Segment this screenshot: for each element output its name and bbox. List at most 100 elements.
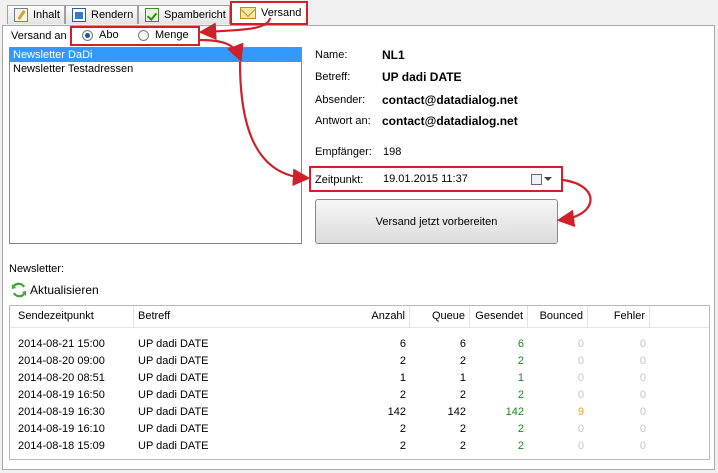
versand-vorbereiten-label: Versand jetzt vorbereiten <box>375 215 498 228</box>
cell-queue: 1 <box>459 372 466 384</box>
col-queue[interactable]: Queue <box>410 306 470 327</box>
cell-betreff: UP dadi DATE <box>138 372 209 384</box>
table-row[interactable]: 2014-08-18 15:09 UP dadi DATE 2 2 2 0 0 <box>10 438 709 455</box>
cell-betreff: UP dadi DATE <box>138 338 209 350</box>
envelope-icon <box>240 7 256 19</box>
radio-dot-checked[interactable] <box>82 29 93 41</box>
absender-value: contact@datadialog.net <box>382 93 518 107</box>
name-label: Name: <box>315 49 348 61</box>
cell-fehler: 0 <box>639 440 646 452</box>
tab-strip: Inhalt Rendern Spambericht Versand <box>0 0 718 26</box>
col-anzahl[interactable]: Anzahl <box>344 306 410 327</box>
col-bounced[interactable]: Bounced <box>528 306 588 327</box>
absender-label: Absender: <box>315 94 366 106</box>
tab-versand[interactable]: Versand <box>230 1 308 25</box>
col-sendezeitpunkt[interactable]: Sendezeitpunkt <box>14 306 134 327</box>
spam-report-check-icon <box>145 8 159 22</box>
newsletter-section-label: Newsletter: <box>9 263 65 275</box>
table-row[interactable]: 2014-08-19 16:10 UP dadi DATE 2 2 2 0 0 <box>10 421 709 438</box>
cell-fehler: 0 <box>639 423 646 435</box>
versand-vorbereiten-button[interactable]: Versand jetzt vorbereiten <box>315 199 558 244</box>
cell-gesendet: 2 <box>517 440 524 452</box>
cell-sendezeitpunkt: 2014-08-19 16:10 <box>18 423 105 435</box>
cell-queue: 2 <box>459 355 466 367</box>
cell-fehler: 0 <box>639 355 646 367</box>
zeitpunkt-datetime-picker[interactable]: 19.01.2015 11:37 <box>383 173 468 185</box>
cell-sendezeitpunkt: 2014-08-19 16:30 <box>18 406 105 418</box>
table-row[interactable]: 2014-08-19 16:30 UP dadi DATE 142 142 142 9 0 <box>10 404 709 421</box>
tab-inhalt-label: Inhalt <box>33 9 60 21</box>
cell-bounced: 0 <box>577 372 584 384</box>
antwort-an-value: contact@datadialog.net <box>382 114 518 128</box>
table-row[interactable]: 2014-08-21 15:00 UP dadi DATE 6 6 6 0 0 <box>10 336 709 353</box>
newsletter-listbox[interactable]: Newsletter DaDi Newsletter Testadressen <box>9 47 302 244</box>
radio-dot-unchecked[interactable] <box>138 29 149 41</box>
cell-fehler: 0 <box>639 389 646 401</box>
col-gesendet[interactable]: Gesendet <box>470 306 528 327</box>
radio-menge[interactable]: Menge <box>138 29 189 41</box>
col-fehler[interactable]: Fehler <box>588 306 650 327</box>
empfaenger-value: 198 <box>383 146 402 158</box>
chevron-down-icon[interactable] <box>544 177 552 181</box>
calendar-icon[interactable] <box>531 174 542 185</box>
cell-betreff: UP dadi DATE <box>138 355 209 367</box>
cell-betreff: UP dadi DATE <box>138 423 209 435</box>
cell-queue: 142 <box>447 406 466 418</box>
tab-versand-label: Versand <box>261 7 302 19</box>
cell-gesendet: 2 <box>517 389 524 401</box>
radio-abo-label: Abo <box>99 29 119 41</box>
cell-bounced: 0 <box>577 389 584 401</box>
cell-queue: 2 <box>459 440 466 452</box>
table-row[interactable]: 2014-08-20 09:00 UP dadi DATE 2 2 2 0 0 <box>10 353 709 370</box>
zeitpunkt-label: Zeitpunkt: <box>315 174 364 186</box>
cell-queue: 2 <box>459 423 466 435</box>
newsletter-grid[interactable]: Sendezeitpunkt Betreff Anzahl Queue Gese… <box>9 305 710 460</box>
cell-queue: 6 <box>459 338 466 350</box>
cell-gesendet: 2 <box>517 355 524 367</box>
cell-betreff: UP dadi DATE <box>138 440 209 452</box>
cell-bounced: 0 <box>577 440 584 452</box>
cell-bounced: 9 <box>577 406 584 418</box>
render-window-icon <box>72 8 86 22</box>
cell-anzahl: 6 <box>399 338 406 350</box>
grid-header: Sendezeitpunkt Betreff Anzahl Queue Gese… <box>10 306 709 328</box>
cell-bounced: 0 <box>577 423 584 435</box>
list-item-newsletter-dadi[interactable]: Newsletter DaDi <box>10 48 301 62</box>
radio-abo[interactable]: Abo <box>82 29 119 41</box>
cell-queue: 2 <box>459 389 466 401</box>
cell-sendezeitpunkt: 2014-08-19 16:50 <box>18 389 105 401</box>
betreff-label: Betreff: <box>315 71 351 83</box>
betreff-value: UP dadi DATE <box>382 70 462 84</box>
cell-sendezeitpunkt: 2014-08-21 15:00 <box>18 338 105 350</box>
cell-gesendet: 6 <box>517 338 524 350</box>
edit-document-icon <box>14 8 28 22</box>
tab-spambericht-label: Spambericht <box>164 9 226 21</box>
cell-fehler: 0 <box>639 406 646 418</box>
cell-anzahl: 2 <box>399 355 406 367</box>
aktualisieren-button[interactable]: Aktualisieren <box>30 283 99 297</box>
cell-sendezeitpunkt: 2014-08-20 08:51 <box>18 372 105 384</box>
cell-fehler: 0 <box>639 338 646 350</box>
cell-bounced: 0 <box>577 338 584 350</box>
tab-spambericht[interactable]: Spambericht <box>138 5 230 24</box>
cell-gesendet: 1 <box>517 372 524 384</box>
cell-betreff: UP dadi DATE <box>138 406 209 418</box>
cell-gesendet: 142 <box>505 406 524 418</box>
cell-gesendet: 2 <box>517 423 524 435</box>
table-row[interactable]: 2014-08-20 08:51 UP dadi DATE 1 1 1 0 0 <box>10 370 709 387</box>
tab-rendern-label: Rendern <box>91 9 134 21</box>
list-item-newsletter-testadressen[interactable]: Newsletter Testadressen <box>10 62 301 76</box>
cell-bounced: 0 <box>577 355 584 367</box>
cell-betreff: UP dadi DATE <box>138 389 209 401</box>
cell-sendezeitpunkt: 2014-08-18 15:09 <box>18 440 105 452</box>
cell-anzahl: 1 <box>399 372 406 384</box>
cell-anzahl: 2 <box>399 440 406 452</box>
name-value: NL1 <box>382 48 405 62</box>
tab-rendern[interactable]: Rendern <box>65 5 138 24</box>
refresh-icon[interactable] <box>11 282 27 298</box>
cell-sendezeitpunkt: 2014-08-20 09:00 <box>18 355 105 367</box>
table-row[interactable]: 2014-08-19 16:50 UP dadi DATE 2 2 2 0 0 <box>10 387 709 404</box>
versand-an-label: Versand an <box>11 30 67 42</box>
tab-inhalt[interactable]: Inhalt <box>7 5 65 24</box>
cell-anzahl: 2 <box>399 423 406 435</box>
